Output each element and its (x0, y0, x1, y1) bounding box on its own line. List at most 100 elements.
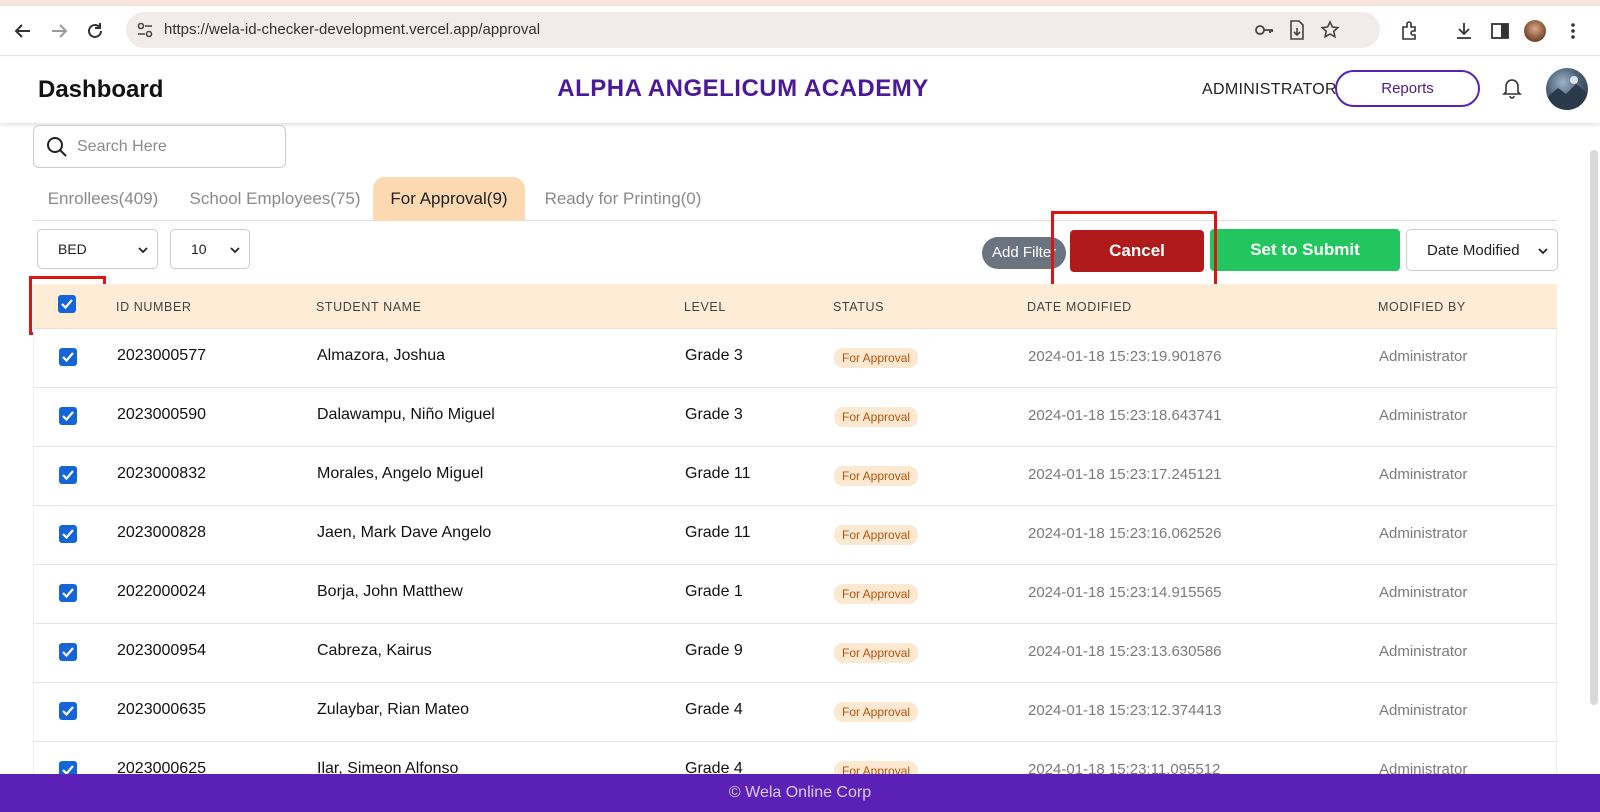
row-checkbox[interactable] (59, 407, 77, 425)
site-settings-icon[interactable] (136, 21, 154, 44)
select-all-checkbox[interactable] (58, 295, 76, 313)
cell-date-modified: 2024-01-18 15:23:18.643741 (1028, 407, 1222, 424)
reports-button[interactable]: Reports (1335, 70, 1480, 107)
cell-modified-by: Administrator (1379, 525, 1468, 542)
cell-date-modified: 2024-01-18 15:23:14.915565 (1028, 584, 1222, 601)
install-app-icon[interactable] (1288, 20, 1306, 45)
cell-date-modified: 2024-01-18 15:23:19.901876 (1028, 348, 1222, 365)
reload-icon[interactable] (82, 18, 108, 44)
download-icon[interactable] (1451, 18, 1477, 44)
cell-date-modified: 2024-01-18 15:23:13.630586 (1028, 643, 1222, 660)
row-checkbox[interactable] (59, 348, 77, 366)
status-badge: For Approval (834, 466, 919, 486)
cell-student-name: Dalawampu, Niño Miguel (317, 406, 495, 423)
sort-select-value: Date Modified (1427, 241, 1520, 259)
cell-student-name: Cabreza, Kairus (317, 642, 432, 659)
highlight-frame-cancel (1051, 211, 1217, 288)
table-row[interactable]: 2022000024 Borja, John Matthew Grade 1 For … (33, 565, 1557, 624)
row-checkbox[interactable] (59, 584, 77, 602)
table-row[interactable]: 2023000832 Morales, Angelo Miguel Grade 11… (33, 447, 1557, 506)
cell-modified-by: Administrator (1379, 407, 1468, 424)
back-icon[interactable] (10, 18, 36, 44)
side-panel-icon[interactable] (1487, 18, 1513, 44)
sort-select[interactable]: Date Modified (1406, 229, 1558, 271)
approval-table: ID NUMBER STUDENT NAME LEVEL STATUS DATE… (33, 284, 1557, 801)
cell-student-name: Morales, Angelo Miguel (317, 465, 484, 482)
department-select-value: BED (58, 241, 87, 257)
cell-level: Grade 3 (685, 347, 743, 364)
user-avatar[interactable] (1546, 68, 1588, 110)
bell-icon[interactable] (1500, 75, 1526, 101)
chevron-down-icon (137, 243, 149, 255)
chevron-down-icon (1537, 244, 1549, 256)
col-level[interactable]: LEVEL (684, 300, 726, 314)
tab-for-approval[interactable]: For Approval(9) (373, 177, 525, 221)
table-row[interactable]: 2023000828 Jaen, Mark Dave Angelo Grade 11… (33, 506, 1557, 565)
col-id-number[interactable]: ID NUMBER (116, 300, 192, 314)
per-page-select[interactable]: 10 (170, 229, 250, 269)
row-checkbox[interactable] (59, 525, 77, 543)
cell-id-number: 2023000590 (117, 406, 206, 423)
department-select[interactable]: BED (37, 229, 158, 269)
table-row[interactable]: 2023000577 Almazora, Joshua Grade 3 For App… (33, 329, 1557, 388)
search-input[interactable]: Search Here (33, 125, 286, 168)
table-row[interactable]: 2023000635 Zulaybar, Rian Mateo Grade 4 For… (33, 683, 1557, 742)
status-badge: For Approval (834, 407, 919, 427)
cell-date-modified: 2024-01-18 15:23:17.245121 (1028, 466, 1222, 483)
cell-id-number: 2023000828 (117, 524, 206, 541)
page-scrollbar[interactable] (1590, 150, 1598, 705)
cell-id-number: 2023000954 (117, 642, 206, 659)
table-row[interactable]: 2023000590 Dalawampu, Niño Miguel Grade 3 F… (33, 388, 1557, 447)
cell-student-name: Borja, John Matthew (317, 583, 463, 600)
col-student-name[interactable]: STUDENT NAME (316, 300, 422, 314)
key-icon[interactable] (1254, 21, 1274, 44)
cell-modified-by: Administrator (1379, 584, 1468, 601)
row-checkbox[interactable] (59, 643, 77, 661)
cell-date-modified: 2024-01-18 15:23:16.062526 (1028, 525, 1222, 542)
tab-ready-for-printing[interactable]: Ready for Printing(0) (533, 177, 713, 221)
extensions-icon[interactable] (1396, 18, 1422, 44)
cell-level: Grade 11 (685, 524, 751, 541)
browser-menu-icon[interactable] (1560, 18, 1586, 44)
search-placeholder: Search Here (77, 138, 167, 155)
col-status[interactable]: STATUS (833, 300, 884, 314)
cell-level: Grade 3 (685, 406, 743, 423)
set-to-submit-button[interactable]: Set to Submit (1210, 229, 1400, 271)
col-date-modified[interactable]: DATE MODIFIED (1027, 300, 1132, 314)
cell-level: Grade 11 (685, 465, 751, 482)
cell-modified-by: Administrator (1379, 348, 1468, 365)
col-modified-by[interactable]: MODIFIED BY (1378, 300, 1466, 314)
status-badge: For Approval (834, 584, 919, 604)
cell-level: Grade 4 (685, 701, 743, 718)
table-row[interactable]: 2023000954 Cabreza, Kairus Grade 9 For Appr… (33, 624, 1557, 683)
status-badge: For Approval (834, 702, 919, 722)
user-role-label: ADMINISTRATOR (1202, 81, 1337, 98)
cell-level: Grade 1 (685, 583, 743, 600)
url-text: https://wela-id-checker-development.verc… (164, 21, 541, 38)
bookmark-star-icon[interactable] (1320, 20, 1340, 45)
cell-id-number: 2023000577 (117, 347, 206, 364)
cell-student-name: Almazora, Joshua (317, 347, 446, 364)
table-body: 2023000577 Almazora, Joshua Grade 3 For App… (33, 329, 1557, 801)
row-checkbox[interactable] (59, 702, 77, 720)
cell-student-name: Zulaybar, Rian Mateo (317, 701, 470, 718)
tab-bar: Enrollees(409) School Employees(75) For … (33, 177, 1557, 221)
address-bar[interactable]: https://wela-id-checker-development.verc… (126, 12, 1380, 48)
tab-enrollees[interactable]: Enrollees(409) (33, 177, 173, 221)
cell-id-number: 2023000832 (117, 465, 206, 482)
row-checkbox[interactable] (59, 466, 77, 484)
cell-id-number: 2022000024 (117, 583, 206, 600)
footer-text: © Wela Online Corp (728, 784, 872, 801)
cell-modified-by: Administrator (1379, 466, 1468, 483)
table-header: ID NUMBER STUDENT NAME LEVEL STATUS DATE… (33, 284, 1557, 329)
cell-modified-by: Administrator (1379, 643, 1468, 660)
tab-school-employees[interactable]: School Employees(75) (181, 177, 369, 221)
footer: © Wela Online Corp (0, 774, 1600, 812)
status-badge: For Approval (834, 525, 919, 545)
cell-date-modified: 2024-01-18 15:23:12.374413 (1028, 702, 1222, 719)
profile-avatar-icon[interactable] (1522, 18, 1548, 44)
search-icon (46, 136, 68, 158)
chevron-down-icon (229, 243, 241, 255)
status-badge: For Approval (834, 348, 919, 368)
forward-icon[interactable] (46, 18, 72, 44)
